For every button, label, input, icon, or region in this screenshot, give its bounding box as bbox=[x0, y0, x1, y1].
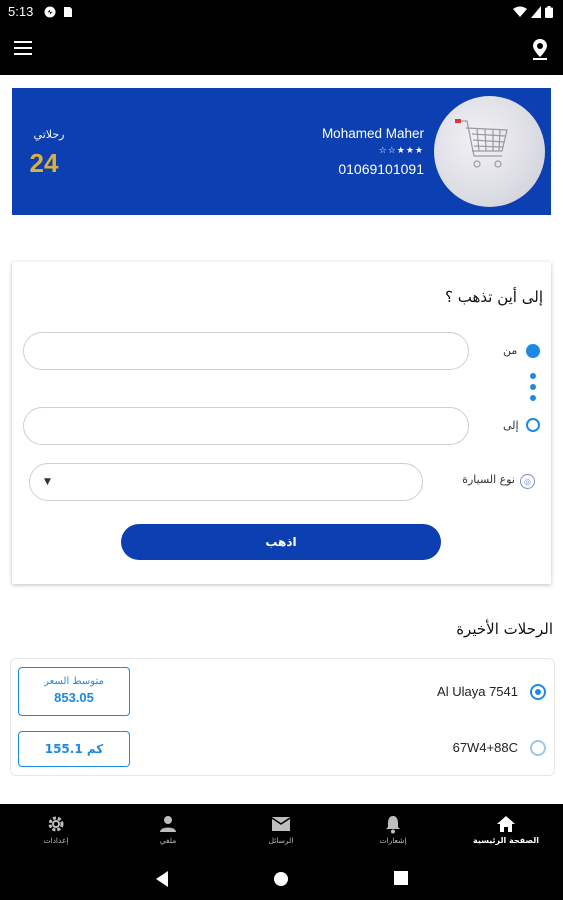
recent-trip-item[interactable]: 67W4+88C bbox=[453, 740, 518, 755]
nav-label: ملفي bbox=[159, 836, 177, 845]
sim-icon bbox=[64, 7, 72, 17]
go-button[interactable]: اذهب bbox=[121, 524, 441, 560]
nav-home[interactable]: الصفحة الرئيسية bbox=[450, 804, 562, 860]
route-dot bbox=[530, 395, 536, 401]
wifi-icon bbox=[513, 6, 527, 17]
person-icon bbox=[160, 816, 176, 832]
sync-icon bbox=[44, 6, 56, 18]
nav-profile[interactable]: ملفي bbox=[112, 804, 224, 860]
nav-label: الرسائل bbox=[268, 836, 294, 845]
car-icon: ◎ bbox=[520, 474, 535, 489]
location-pin-icon[interactable] bbox=[531, 38, 549, 60]
nav-label: إشعارات bbox=[379, 836, 407, 845]
app-bar bbox=[0, 24, 563, 75]
to-label: إلى bbox=[503, 419, 519, 432]
from-marker-icon bbox=[526, 344, 540, 358]
nav-label: الصفحة الرئيسية bbox=[472, 836, 540, 845]
avg-price-value: 853.05 bbox=[54, 690, 94, 705]
chevron-down-icon: ▼ bbox=[44, 477, 51, 487]
avg-price-label: متوسط السعر bbox=[44, 676, 104, 687]
profile-card: Mohamed Maher ☆☆★★★ 01069101091 رحلاتي 2… bbox=[12, 88, 551, 215]
my-trips-count: 24 bbox=[29, 148, 59, 178]
nav-messages[interactable]: الرسائل bbox=[225, 804, 337, 860]
recent-trips-list: متوسط السعر 853.05 155.1 كم Al Ulaya 754… bbox=[10, 658, 555, 776]
bottom-nav: إعدادات ملفي الرسائل إشعارات الصفحة الرئ… bbox=[0, 804, 563, 860]
trip-radio-selected[interactable] bbox=[530, 684, 546, 700]
car-type-label: نوع السيارة bbox=[462, 473, 515, 486]
from-input[interactable] bbox=[23, 332, 469, 370]
from-label: من bbox=[503, 344, 518, 357]
mail-icon bbox=[271, 817, 291, 831]
to-input[interactable] bbox=[23, 407, 469, 445]
home-circle-icon[interactable] bbox=[272, 870, 290, 888]
status-time: 5:13 bbox=[8, 4, 34, 19]
menu-icon[interactable] bbox=[14, 41, 32, 55]
distance-box: 155.1 كم bbox=[18, 731, 130, 767]
gear-icon bbox=[48, 816, 64, 832]
battery-icon bbox=[545, 6, 553, 18]
home-icon bbox=[497, 816, 515, 832]
back-icon[interactable] bbox=[154, 870, 170, 888]
user-phone: 01069101091 bbox=[338, 161, 424, 177]
avatar[interactable] bbox=[434, 96, 545, 207]
user-name: Mohamed Maher bbox=[321, 126, 424, 141]
to-marker-icon bbox=[526, 418, 540, 432]
route-dot bbox=[530, 384, 536, 390]
nav-settings[interactable]: إعدادات bbox=[0, 804, 112, 860]
recent-trips-title: الرحلات الأخيرة bbox=[456, 620, 553, 638]
car-type-select[interactable]: ▼ bbox=[29, 463, 423, 501]
rating-stars: ☆☆★★★ bbox=[378, 146, 424, 156]
status-bar: 5:13 bbox=[0, 0, 563, 24]
system-nav-bar bbox=[0, 860, 563, 900]
signal-icon bbox=[531, 6, 541, 18]
cart-photo bbox=[455, 119, 508, 168]
my-trips-label: رحلاتي bbox=[33, 128, 65, 141]
recent-trip-item[interactable]: Al Ulaya 7541 bbox=[437, 684, 518, 699]
nav-notifications[interactable]: إشعارات bbox=[337, 804, 449, 860]
bell-icon bbox=[386, 816, 400, 834]
recents-icon[interactable] bbox=[393, 870, 409, 886]
trip-radio[interactable] bbox=[530, 740, 546, 756]
booking-card: إلى أين تذهب ؟ من إلى ▼ نوع السيارة ◎ اذ… bbox=[12, 262, 551, 584]
nav-label: إعدادات bbox=[43, 836, 69, 845]
route-dot bbox=[530, 373, 536, 379]
where-to-title: إلى أين تذهب ؟ bbox=[445, 288, 543, 306]
avg-price-box: متوسط السعر 853.05 bbox=[18, 667, 130, 716]
